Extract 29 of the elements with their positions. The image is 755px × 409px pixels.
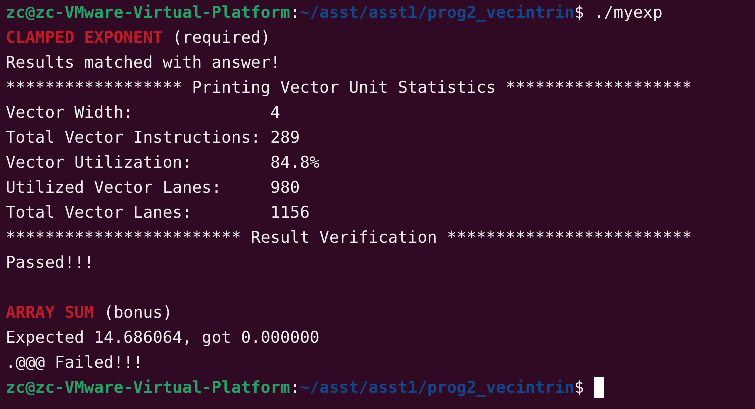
prompt-user-host: zc@zc-VMware-Virtual-Platform xyxy=(6,377,290,399)
output-line: .@@@ Failed!!! xyxy=(6,352,144,374)
stat-label: Utilized Vector Lanes: xyxy=(6,177,223,199)
prompt-dollar: $ xyxy=(574,377,584,399)
stat-label: Vector Utilization: xyxy=(6,152,194,174)
stat-label: Vector Width: xyxy=(6,102,134,124)
output-line: ****************** Printing Vector Unit Statistics ******************* xyxy=(6,77,692,99)
stat-value: 84.8% xyxy=(270,152,320,174)
section-title: CLAMPED EXPONENT xyxy=(6,27,163,49)
section-note: (bonus) xyxy=(104,302,173,324)
prompt-dollar: $ xyxy=(574,2,584,24)
stat-value: 4 xyxy=(270,102,280,124)
output-line: ************************ Result Verification ************************* xyxy=(6,227,692,249)
prompt-colon: : xyxy=(290,2,300,24)
stat-value: 980 xyxy=(270,177,300,199)
stat-label: Total Vector Lanes: xyxy=(6,202,194,224)
stat-value: 289 xyxy=(270,127,300,149)
command-text: ./myexp xyxy=(594,2,663,24)
output-line: Expected 14.686064, got 0.000000 xyxy=(6,327,320,349)
section-note: (required) xyxy=(172,27,271,49)
prompt-path: ~/asst/asst1/prog2_vecintrin xyxy=(300,2,575,24)
stat-label: Total Vector Instructions: xyxy=(6,127,262,149)
prompt-user-host: zc@zc-VMware-Virtual-Platform xyxy=(6,2,290,24)
prompt-path: ~/asst/asst1/prog2_vecintrin xyxy=(300,377,575,399)
stat-value: 1156 xyxy=(270,202,310,224)
section-title: ARRAY SUM xyxy=(6,302,94,324)
prompt-colon: : xyxy=(290,377,300,399)
output-line: Results matched with answer! xyxy=(6,52,280,74)
output-line: Passed!!! xyxy=(6,252,94,274)
